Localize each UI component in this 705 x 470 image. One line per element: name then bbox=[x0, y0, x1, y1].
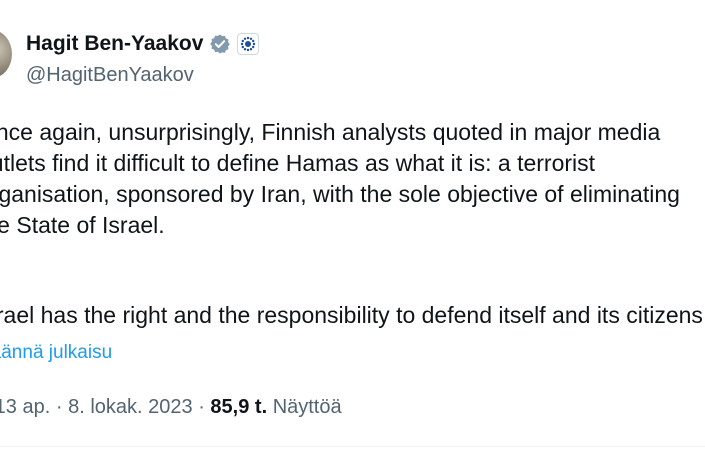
author-handle[interactable]: @HagitBenYaakov bbox=[26, 62, 194, 88]
author-row: Hagit Ben-Yaakov bbox=[26, 30, 260, 58]
meta-separator: · bbox=[55, 396, 63, 418]
tweet-time[interactable]: 3.13 ap. bbox=[0, 396, 50, 418]
views-count: 85,9 t. bbox=[210, 396, 268, 418]
tweet-line: outlets find it difficult to define Hama… bbox=[0, 150, 596, 176]
author-name[interactable]: Hagit Ben-Yaakov bbox=[26, 30, 203, 58]
tweet-text: Once again, unsurprisingly, Finnish anal… bbox=[0, 117, 705, 241]
tweet-meta: 3.13 ap. · 8. lokak. 2023 · 85,9 t. Näyt… bbox=[0, 394, 342, 420]
divider bbox=[0, 446, 705, 447]
translate-post-link[interactable]: Käännä julkaisu bbox=[0, 340, 112, 366]
avatar[interactable] bbox=[0, 30, 12, 78]
tweet-line: organisation, sponsored by Iran, with th… bbox=[0, 181, 680, 207]
meta-separator: · bbox=[198, 396, 205, 418]
tweet-date[interactable]: 8. lokak. 2023 bbox=[68, 396, 193, 418]
verified-badge-icon[interactable] bbox=[209, 33, 231, 55]
tweet-line: Once again, unsurprisingly, Finnish anal… bbox=[0, 119, 661, 145]
tweet-line: the State of Israel. bbox=[0, 212, 165, 238]
tweet-paragraph: Israel has the right and the responsibil… bbox=[0, 302, 703, 328]
views-label: Näyttöä bbox=[272, 396, 342, 418]
eu-flag-icon[interactable] bbox=[237, 33, 260, 55]
